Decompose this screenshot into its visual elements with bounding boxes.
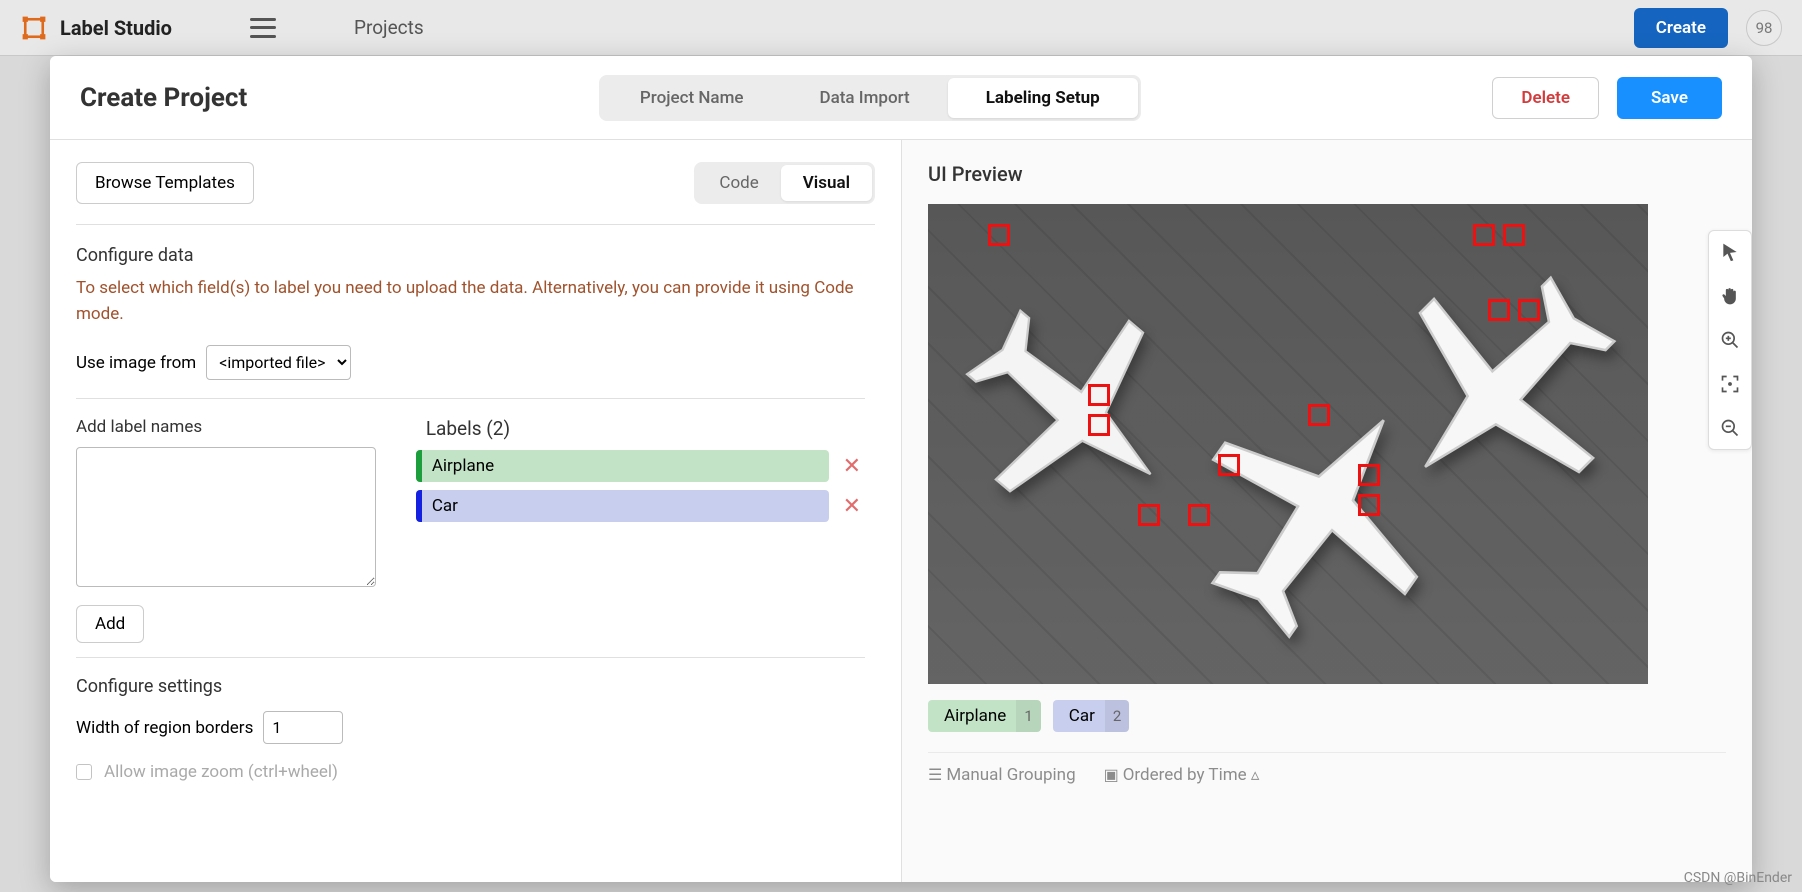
- hand-tool-icon[interactable]: [1719, 285, 1741, 307]
- tab-data-import[interactable]: Data Import: [781, 78, 947, 118]
- border-width-input[interactable]: [263, 711, 343, 744]
- zoom-label: Allow image zoom (ctrl+wheel): [104, 762, 338, 782]
- fit-icon[interactable]: [1719, 373, 1741, 395]
- manual-grouping[interactable]: ☰ Manual Grouping: [928, 765, 1076, 785]
- delete-button[interactable]: Delete: [1492, 77, 1599, 119]
- border-width-label: Width of region borders: [76, 718, 253, 738]
- label-row-airplane: Airplane ✕: [416, 450, 865, 482]
- label-chip-airplane[interactable]: Airplane: [416, 450, 829, 482]
- zoom-out-icon[interactable]: [1719, 417, 1741, 439]
- modal-header: Create Project Project Name Data Import …: [50, 56, 1752, 140]
- notifications-badge[interactable]: 98: [1746, 10, 1782, 46]
- bbox: [1188, 504, 1210, 526]
- top-bar: Label Studio Projects Create 98: [0, 0, 1802, 56]
- code-tab[interactable]: Code: [697, 165, 780, 201]
- add-label-names-heading: Add label names: [76, 417, 376, 437]
- modal-body: Browse Templates Code Visual Configure d…: [50, 140, 1752, 882]
- bbox: [1088, 384, 1110, 406]
- configure-data-heading: Configure data: [76, 245, 865, 266]
- zoom-checkbox[interactable]: [76, 764, 92, 780]
- bbox: [1218, 454, 1240, 476]
- pointer-tool-icon[interactable]: [1719, 241, 1741, 263]
- bbox: [1138, 504, 1160, 526]
- modal-tabs: Project Name Data Import Labeling Setup: [599, 75, 1141, 121]
- labels-heading: Labels (2): [426, 417, 865, 440]
- preview-bottom-row: ☰ Manual Grouping ▣ Ordered by Time ▵: [928, 752, 1726, 785]
- zoom-setting-row: Allow image zoom (ctrl+wheel): [76, 762, 865, 782]
- zoom-in-icon[interactable]: [1719, 329, 1741, 351]
- add-label-button[interactable]: Add: [76, 605, 144, 643]
- tab-labeling-setup[interactable]: Labeling Setup: [948, 78, 1138, 118]
- modal-actions: Delete Save: [1492, 77, 1722, 119]
- label-chip-car[interactable]: Car: [416, 490, 829, 522]
- preview-image[interactable]: [928, 204, 1648, 684]
- preview-pane: UI Preview: [901, 140, 1752, 882]
- clock-icon: ▣: [1104, 765, 1123, 784]
- bbox: [1503, 224, 1525, 246]
- tool-rail: [1708, 230, 1752, 450]
- remove-label-airplane[interactable]: ✕: [839, 454, 865, 479]
- app-name: Label Studio: [60, 16, 172, 40]
- code-visual-toggle: Code Visual: [694, 162, 875, 204]
- config-pane: Browse Templates Code Visual Configure d…: [50, 140, 901, 882]
- bbox: [988, 224, 1010, 246]
- save-button[interactable]: Save: [1617, 77, 1722, 119]
- separator: [76, 398, 865, 399]
- use-image-from-label: Use image from: [76, 353, 196, 373]
- watermark: CSDN @BinEnder: [1684, 870, 1792, 886]
- ordered-by-time[interactable]: ▣ Ordered by Time ▵: [1104, 765, 1260, 785]
- airplane-sprite: [958, 294, 1188, 528]
- label-names-textarea[interactable]: [76, 447, 376, 587]
- bbox: [1358, 494, 1380, 516]
- legend-airplane[interactable]: Airplane 1: [928, 700, 1041, 732]
- configure-settings-heading: Configure settings: [76, 676, 865, 697]
- create-project-modal: Create Project Project Name Data Import …: [50, 56, 1752, 882]
- modal-title: Create Project: [80, 83, 247, 113]
- top-bar-left: Label Studio Projects: [20, 14, 424, 42]
- chevron-up-icon: ▵: [1251, 765, 1260, 785]
- visual-tab[interactable]: Visual: [781, 165, 872, 201]
- logo-icon: [20, 14, 48, 42]
- config-scroll[interactable]: Configure data To select which field(s) …: [76, 224, 875, 860]
- ui-preview-heading: UI Preview: [928, 162, 1726, 186]
- use-image-from-select[interactable]: <imported file>: [206, 345, 351, 380]
- browse-templates-button[interactable]: Browse Templates: [76, 162, 254, 204]
- create-button[interactable]: Create: [1634, 8, 1728, 48]
- bbox: [1518, 299, 1540, 321]
- bbox: [1358, 464, 1380, 486]
- label-row-car: Car ✕: [416, 490, 865, 522]
- bbox: [1308, 404, 1330, 426]
- top-bar-right: Create 98: [1634, 8, 1782, 48]
- legend: Airplane 1 Car 2: [928, 700, 1726, 732]
- menu-icon[interactable]: [250, 18, 276, 38]
- legend-car[interactable]: Car 2: [1053, 700, 1130, 732]
- logo[interactable]: Label Studio: [20, 14, 172, 42]
- bbox: [1088, 414, 1110, 436]
- bbox: [1473, 224, 1495, 246]
- remove-label-car[interactable]: ✕: [839, 494, 865, 519]
- configure-data-warning: To select which field(s) to label you ne…: [76, 276, 865, 327]
- list-icon: ☰: [928, 765, 946, 784]
- separator-2: [76, 657, 865, 658]
- bbox: [1488, 299, 1510, 321]
- breadcrumb-projects[interactable]: Projects: [354, 16, 424, 39]
- tab-project-name[interactable]: Project Name: [602, 78, 782, 118]
